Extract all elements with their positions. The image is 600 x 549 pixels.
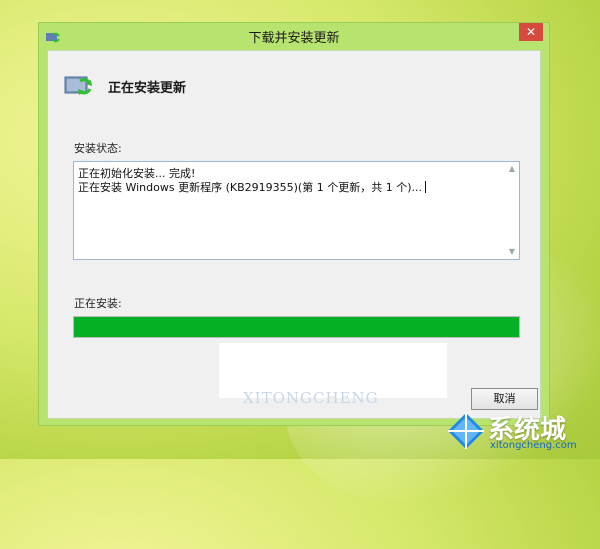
install-progress-bar [73,316,520,338]
installing-label: 正在安装: [74,297,122,310]
install-status-label: 安装状态: [74,142,122,155]
windows-logo-icon [448,413,484,449]
log-scrollbar[interactable]: ▲ ▼ [505,162,519,259]
watermark-text: XITONGCHENG [243,389,379,407]
window-title: 下载并安装更新 [248,31,340,46]
log-line: 正在安装 Windows 更新程序 (KB2919355)(第 1 个更新，共 … [78,179,426,195]
text-caret [424,181,426,193]
close-button[interactable]: ✕ [519,23,543,41]
brand-domain: xitongcheng.com [490,440,577,451]
update-icon [64,76,92,95]
log-line-text: 正在安装 Windows 更新程序 (KB2919355)(第 1 个更新，共 … [78,181,422,194]
window-titlebar[interactable]: 下载并安装更新 ✕ [39,23,549,50]
update-icon [46,32,60,43]
window-client-area: 正在安装更新 安装状态: 正在初始化安装... 完成! 正在安装 Windows… [47,50,541,419]
update-window: 下载并安装更新 ✕ 正在安装更新 安装状态: 正在初始化安装... 完成! 正在… [38,22,550,426]
scroll-up-icon[interactable]: ▲ [508,165,516,173]
site-brand-watermark: 系统城 xitongcheng.com [446,407,596,457]
page-title: 正在安装更新 [108,81,187,96]
install-log-textbox[interactable]: 正在初始化安装... 完成! 正在安装 Windows 更新程序 (KB2919… [73,161,520,260]
scroll-down-icon[interactable]: ▼ [508,248,516,256]
progress-fill [74,317,519,337]
